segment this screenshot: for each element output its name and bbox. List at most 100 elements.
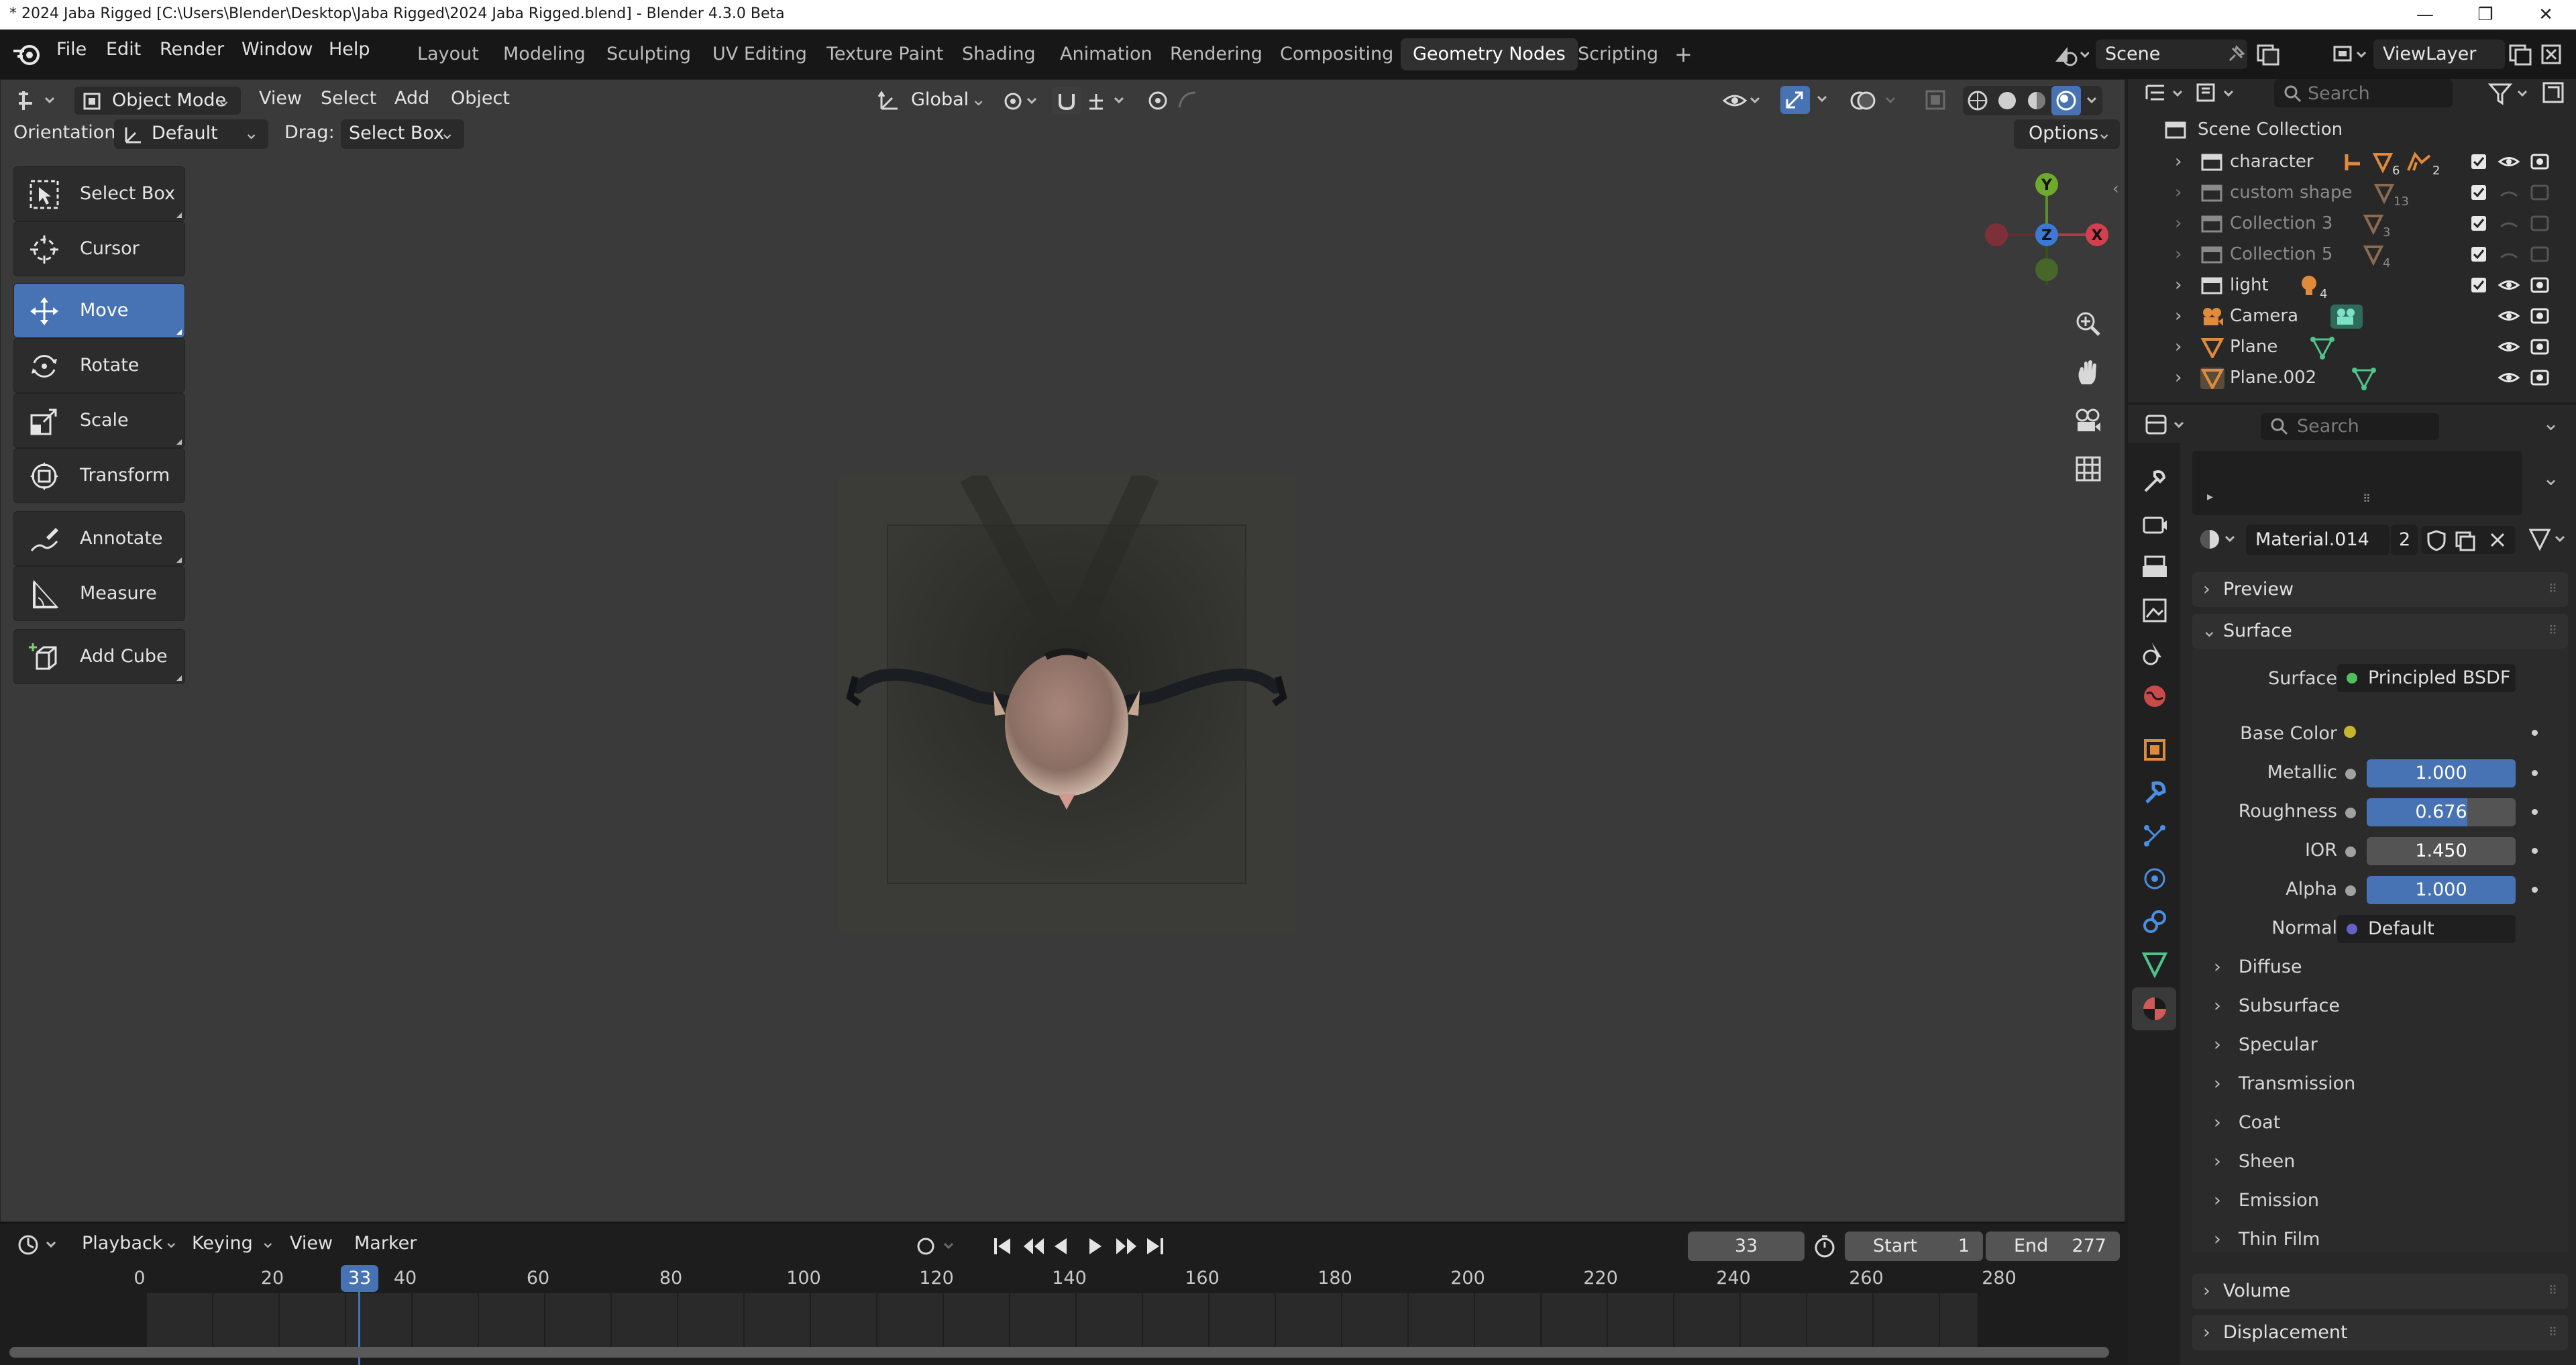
menu-object[interactable]: Object <box>451 88 510 109</box>
chevron-right-icon[interactable]: › <box>2175 301 2182 331</box>
ior-socket-icon[interactable] <box>2345 847 2356 857</box>
current-frame-field[interactable]: 33 <box>1688 1232 1805 1261</box>
subpanel-subsurface[interactable]: › Subsurface <box>2214 995 2340 1016</box>
auto-keying-icon[interactable] <box>915 1233 962 1260</box>
metallic-slider[interactable]: 1.000 <box>2367 759 2516 787</box>
options-dropdown[interactable]: Options ⌄ <box>2014 119 2120 149</box>
roughness-socket-icon[interactable] <box>2345 808 2356 818</box>
pin-icon[interactable] <box>2226 44 2246 64</box>
chevron-right-icon[interactable]: › <box>2175 239 2182 270</box>
metallic-socket-icon[interactable] <box>2345 769 2356 779</box>
constraints-tab-icon[interactable] <box>2140 907 2169 936</box>
tool-scale[interactable]: Scale <box>13 393 185 448</box>
editor-type-icon[interactable] <box>15 89 62 113</box>
slot-menu-chevron-icon[interactable]: ⌄ <box>2542 467 2559 490</box>
tool-annotate[interactable]: Annotate <box>13 511 185 566</box>
output-tab-icon[interactable] <box>2140 553 2169 582</box>
panel-surface[interactable]: ⌄ Surface ⠿ <box>2192 614 2568 649</box>
resize-handle-icon[interactable]: ⠿ <box>2363 492 2371 505</box>
tool-cursor[interactable]: Cursor <box>13 221 185 276</box>
tool-add-cube[interactable]: Add Cube <box>13 629 185 684</box>
menu-add[interactable]: Add <box>394 88 429 109</box>
tab-compositing[interactable]: Compositing <box>1268 38 1405 70</box>
world-tab-icon[interactable] <box>2140 681 2169 711</box>
tab-rendering[interactable]: Rendering <box>1158 38 1275 70</box>
playhead-frame-label[interactable]: 33 <box>341 1265 378 1292</box>
camera-view-icon[interactable] <box>2074 406 2103 435</box>
drag-handle-icon[interactable]: ⠿ <box>2548 1315 2557 1350</box>
timeline-editor-icon[interactable] <box>16 1233 63 1257</box>
frame-range-track[interactable] <box>146 1293 1978 1348</box>
menu-playback[interactable]: Playback <box>82 1233 162 1254</box>
material-slot-list[interactable]: ▸ ⠿ <box>2192 451 2522 515</box>
pivot-point-icon[interactable] <box>1002 90 1040 113</box>
blender-logo-icon[interactable] <box>12 42 42 66</box>
filter-icon[interactable] <box>2487 80 2534 107</box>
drag-handle-icon[interactable]: ⠿ <box>2548 1274 2557 1309</box>
menu-marker[interactable]: Marker <box>354 1233 417 1254</box>
view-layer-tab-icon[interactable] <box>2140 596 2169 625</box>
grid-projection-icon[interactable] <box>2074 454 2103 484</box>
keyframe-dot-icon[interactable] <box>2532 770 2538 776</box>
scene-tab-icon[interactable] <box>2140 639 2169 668</box>
tab-sculpting[interactable]: Sculpting <box>594 38 703 70</box>
visibility-icon[interactable] <box>1721 89 1762 113</box>
shading-mode-group[interactable] <box>1963 86 2102 115</box>
ior-slider[interactable]: 1.450 <box>2367 837 2516 865</box>
snap-toggle-icon[interactable] <box>1052 87 1081 114</box>
subpanel-emission[interactable]: › Emission <box>2214 1190 2319 1211</box>
alpha-slider[interactable]: 1.000 <box>2367 876 2516 904</box>
chevron-down-icon[interactable]: ⌄ <box>2542 412 2559 435</box>
menu-timeline-view[interactable]: View <box>290 1233 333 1254</box>
subpanel-coat[interactable]: › Coat <box>2214 1112 2280 1133</box>
subpanel-diffuse[interactable]: › Diffuse <box>2214 957 2302 977</box>
alpha-socket-icon[interactable] <box>2345 885 2356 896</box>
drag-handle-icon[interactable]: ⠿ <box>2548 614 2557 649</box>
subpanel-transmission[interactable]: › Transmission <box>2214 1073 2355 1094</box>
outliner-editor-icon[interactable] <box>2144 82 2188 106</box>
subpanel-thin-film[interactable]: › Thin Film <box>2214 1229 2320 1250</box>
panel-displacement[interactable]: › Displacement ⠿ <box>2192 1315 2568 1350</box>
remove-view-layer-icon[interactable] <box>2538 43 2565 66</box>
normal-input[interactable]: Default <box>2337 915 2516 943</box>
new-scene-icon[interactable] <box>2255 43 2282 66</box>
chevron-right-icon[interactable]: › <box>2175 177 2182 208</box>
tab-scripting[interactable]: Scripting <box>1566 38 1670 70</box>
tool-measure[interactable]: Measure <box>13 566 185 621</box>
3d-viewport[interactable]: Y Z X ‹ <box>0 79 2125 1222</box>
surface-shader-selector[interactable]: Principled BSDF <box>2337 664 2516 692</box>
orientation-dropdown[interactable]: Default ⌄ <box>114 119 268 149</box>
chevron-right-icon[interactable]: › <box>2175 362 2182 393</box>
chevron-right-icon[interactable]: › <box>2175 331 2182 362</box>
menu-window[interactable]: Window <box>241 39 313 60</box>
tab-animation[interactable]: Animation <box>1048 38 1165 70</box>
new-collection-icon[interactable] <box>2541 80 2568 107</box>
start-frame-field[interactable]: Start 1 <box>1845 1232 1983 1261</box>
overlays-icon[interactable] <box>1849 87 1902 114</box>
tab-layout[interactable]: Layout <box>405 38 491 70</box>
navigation-gizmo[interactable]: Y Z X <box>1976 167 2123 301</box>
chevron-right-icon[interactable]: › <box>2175 208 2182 239</box>
menu-view[interactable]: View <box>259 88 302 109</box>
object-tab-icon[interactable] <box>2140 735 2169 765</box>
add-workspace-button[interactable]: + <box>1662 38 1705 70</box>
close-window-button[interactable]: ✕ <box>2516 0 2576 30</box>
material-browse-icon[interactable] <box>2196 526 2241 553</box>
keyframe-dot-icon[interactable] <box>2532 887 2538 893</box>
menu-edit[interactable]: Edit <box>106 39 141 60</box>
scene-icon[interactable] <box>2053 42 2089 67</box>
keyframe-dot-icon[interactable] <box>2532 809 2538 815</box>
drag-handle-icon[interactable]: ⠿ <box>2548 572 2557 607</box>
outliner-scene-collection[interactable]: Scene Collection <box>2128 114 2576 145</box>
properties-editor-icon[interactable] <box>2144 412 2191 439</box>
panel-volume[interactable]: › Volume ⠿ <box>2192 1274 2568 1309</box>
roughness-slider[interactable]: 0.676 <box>2367 798 2516 826</box>
snap-target-icon[interactable] <box>1085 89 1130 113</box>
data-tab-icon[interactable] <box>2140 950 2169 979</box>
sidebar-toggle-icon[interactable]: ‹ <box>2112 179 2119 198</box>
tool-tab-icon[interactable] <box>2140 467 2169 496</box>
display-mode-icon[interactable] <box>2195 82 2242 106</box>
drag-dropdown[interactable]: Select Box ⌄ <box>341 119 464 149</box>
proportional-editing-icon[interactable] <box>1144 89 1205 113</box>
base-color-socket-icon[interactable] <box>2344 726 2356 738</box>
